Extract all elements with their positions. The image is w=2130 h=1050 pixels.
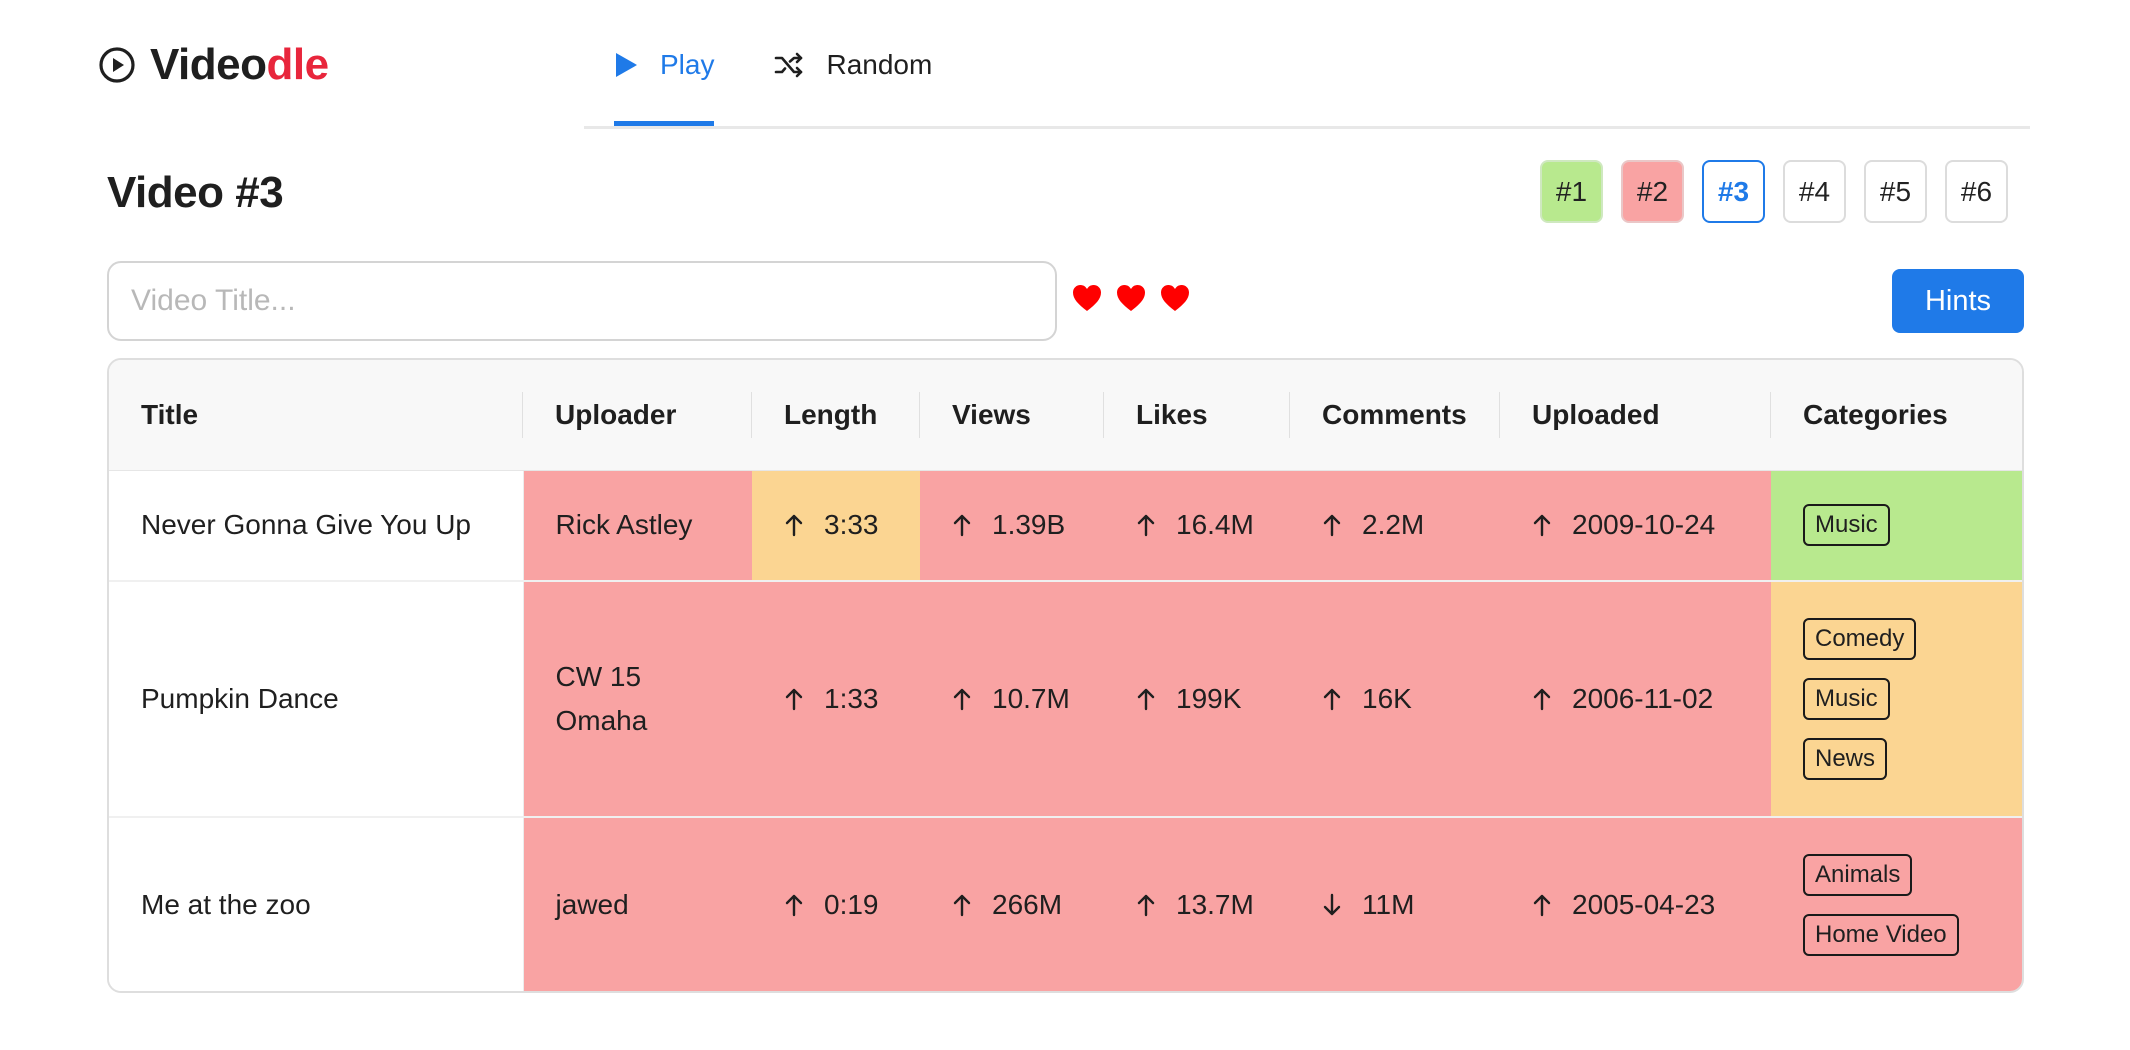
video-tab-3[interactable]: #3 <box>1702 160 1765 223</box>
cell-title: Me at the zoo <box>109 817 524 991</box>
cell-uploader: Rick Astley <box>523 470 752 582</box>
cell-uploaded: 2006-11-02 <box>1500 581 1771 818</box>
header-likes: Likes <box>1104 360 1290 471</box>
video-title-input[interactable] <box>107 261 1057 341</box>
arrow-up-icon <box>953 894 971 916</box>
video-tabs: #1 #2 #3 #4 #5 #6 <box>1540 160 2008 223</box>
header-uploaded: Uploaded <box>1500 360 1771 471</box>
header-comments: Comments <box>1290 360 1500 471</box>
header-uploader: Uploader <box>523 360 752 471</box>
cell-uploaded: 2005-04-23 <box>1500 817 1771 991</box>
cell-likes: 16.4M <box>1104 470 1290 582</box>
category-tag: Music <box>1803 504 1890 547</box>
cell-likes: 13.7M <box>1104 817 1290 991</box>
arrow-up-icon <box>1533 515 1551 537</box>
video-tab-2[interactable]: #2 <box>1621 160 1684 223</box>
category-tag: Home Video <box>1803 913 1959 956</box>
table-row: Me at the zoo jawed 0:19 266M 13.7M 11M … <box>109 817 2022 991</box>
header-views: Views <box>920 360 1104 471</box>
video-tab-1[interactable]: #1 <box>1540 160 1603 223</box>
top-header: Videodle Play Random <box>0 0 2130 130</box>
logo-text: Videodle <box>150 40 329 90</box>
heart-icon <box>1117 285 1145 311</box>
arrow-up-icon <box>785 688 803 711</box>
arrow-up-icon <box>785 515 803 537</box>
nav-play[interactable]: Play <box>614 40 715 126</box>
arrow-up-icon <box>1323 688 1341 711</box>
heart-icon <box>1161 285 1189 311</box>
table-row: Never Gonna Give You Up Rick Astley 3:33… <box>109 470 2022 582</box>
cell-categories: Comedy Music News <box>1771 581 2022 818</box>
cell-length: 3:33 <box>752 470 920 582</box>
cell-title: Pumpkin Dance <box>109 581 524 818</box>
arrow-up-icon <box>1137 515 1155 537</box>
cell-comments: 2.2M <box>1290 470 1500 582</box>
cell-categories: Music <box>1771 470 2022 582</box>
video-tab-4[interactable]: #4 <box>1783 160 1846 223</box>
heart-icon <box>1073 285 1101 311</box>
category-tag: Music <box>1803 678 1890 720</box>
cell-length: 0:19 <box>752 817 920 991</box>
arrow-up-icon <box>1137 688 1155 711</box>
page-title: Video #3 <box>107 168 284 217</box>
logo-text-accent: dle <box>266 40 330 89</box>
shuffle-icon <box>775 52 803 78</box>
arrow-up-icon <box>953 688 971 711</box>
arrow-up-icon <box>1137 894 1155 916</box>
nav-random-label: Random <box>826 49 933 80</box>
table-row: Pumpkin Dance CW 15 Omaha 1:33 10.7M 199… <box>109 581 2022 818</box>
header-title: Title <box>109 360 523 471</box>
category-tag: Comedy <box>1803 618 1917 660</box>
cell-views: 1.39B <box>920 470 1104 582</box>
nav-random[interactable]: Random <box>774 40 932 90</box>
logo-text-main: Video <box>150 40 267 89</box>
cell-views: 10.7M <box>920 581 1104 818</box>
table-header-row: Title Uploader Length Views Likes Commen… <box>109 360 2022 471</box>
video-tab-5[interactable]: #5 <box>1864 160 1927 223</box>
cell-title: Never Gonna Give You Up <box>109 470 524 582</box>
cell-uploader: CW 15 Omaha <box>523 581 752 818</box>
lives-hearts <box>1072 284 1190 312</box>
guesses-table: Title Uploader Length Views Likes Commen… <box>107 358 2024 993</box>
cell-likes: 199K <box>1104 581 1290 818</box>
header-length: Length <box>752 360 920 471</box>
play-icon <box>616 53 637 77</box>
arrow-down-icon <box>1323 893 1341 915</box>
category-tag: News <box>1803 738 1888 780</box>
arrow-up-icon <box>1533 894 1551 916</box>
arrow-up-icon <box>953 515 971 537</box>
arrow-up-icon <box>1323 515 1341 537</box>
arrow-up-icon <box>785 894 803 916</box>
arrow-up-icon <box>1533 688 1551 711</box>
cell-uploaded: 2009-10-24 <box>1500 470 1771 582</box>
main-nav: Play Random <box>614 40 992 128</box>
cell-views: 266M <box>920 817 1104 991</box>
cell-uploader: jawed <box>523 817 752 991</box>
cell-length: 1:33 <box>752 581 920 818</box>
play-circle-icon <box>99 47 135 83</box>
hints-button[interactable]: Hints <box>1892 269 2024 333</box>
logo[interactable]: Videodle <box>98 40 329 90</box>
video-tab-6[interactable]: #6 <box>1945 160 2008 223</box>
cell-comments: 11M <box>1290 817 1500 991</box>
nav-play-label: Play <box>660 49 715 80</box>
header-categories: Categories <box>1771 360 2022 471</box>
cell-comments: 16K <box>1290 581 1500 818</box>
category-tag: Animals <box>1803 853 1913 896</box>
cell-categories: Animals Home Video <box>1771 817 2022 991</box>
